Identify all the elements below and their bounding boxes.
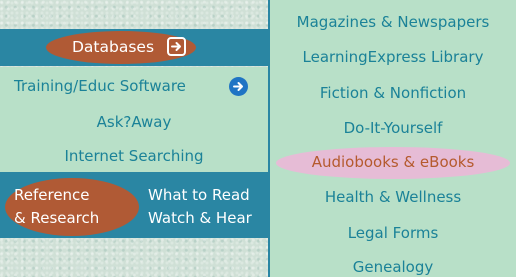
menu-item-ask-away[interactable]: Ask?Away (0, 113, 268, 131)
arrow-right-circle-icon[interactable] (229, 77, 248, 96)
dropdown-item-health-wellness[interactable]: Health & Wellness (270, 188, 516, 206)
arrow-right-square-icon[interactable] (167, 37, 186, 56)
reference-label-line2[interactable]: & Research (14, 209, 99, 227)
what-to-read-link[interactable]: What to Read (148, 186, 250, 204)
dropdown-item-audiobooks-ebooks[interactable]: Audiobooks & eBooks (270, 153, 516, 171)
watch-and-hear-link[interactable]: Watch & Hear (148, 209, 252, 227)
dropdown-item-fiction-nonfiction[interactable]: Fiction & Nonfiction (270, 84, 516, 102)
dropdown-item-learningexpress-library[interactable]: LearningExpress Library (270, 48, 516, 66)
menu-item-training-educ-software[interactable]: Training/Educ Software (14, 77, 186, 95)
menu-item-internet-searching[interactable]: Internet Searching (0, 147, 268, 165)
reference-label-line1[interactable]: Reference (14, 186, 90, 204)
dropdown-item-legal-forms[interactable]: Legal Forms (270, 224, 516, 242)
dropdown-item-do-it-yourself[interactable]: Do-It-Yourself (270, 119, 516, 137)
dropdown-item-genealogy[interactable]: Genealogy (270, 258, 516, 276)
dropdown-item-magazines-newspapers[interactable]: Magazines & Newspapers (270, 13, 516, 31)
databases-label[interactable]: Databases (72, 38, 154, 56)
main-nav-menu: Databases Training/Educ Software Ask?Awa… (0, 0, 268, 277)
databases-dropdown: Magazines & Newspapers LearningExpress L… (268, 0, 516, 277)
